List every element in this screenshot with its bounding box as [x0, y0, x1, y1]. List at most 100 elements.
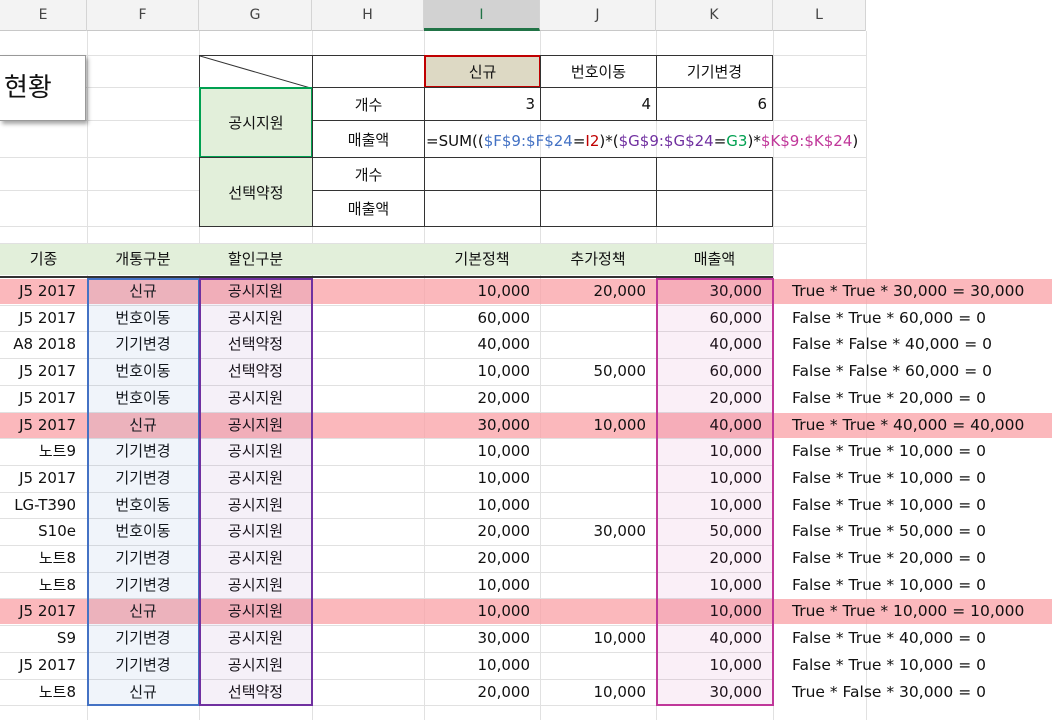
summary-label-count-1[interactable]: 개수 — [312, 87, 425, 121]
cell-extra-policy[interactable] — [540, 331, 646, 358]
cell-extra-policy[interactable]: 10,000 — [540, 412, 647, 439]
cell-sales[interactable]: 40,000 — [656, 625, 763, 652]
cell-model[interactable]: 노트8 — [0, 679, 76, 706]
cell-base-policy[interactable]: 10,000 — [424, 652, 531, 679]
summary-contract-count-port[interactable] — [540, 157, 657, 191]
summary-contract-count-new[interactable] — [424, 157, 541, 191]
summary-contract-sales-new[interactable] — [424, 190, 541, 227]
header-model[interactable]: 기종 — [0, 244, 87, 275]
summary-diagonal-corner[interactable] — [199, 55, 313, 88]
cell-model[interactable]: J5 2017 — [0, 598, 76, 625]
cell-model[interactable]: A8 2018 — [0, 331, 76, 358]
cell-discount-type[interactable]: 공시지원 — [199, 465, 312, 492]
cell-sales[interactable]: 60,000 — [656, 305, 763, 332]
column-header-g[interactable]: G — [199, 0, 312, 31]
cell-extra-policy[interactable] — [540, 305, 646, 332]
cell-sales[interactable]: 40,000 — [656, 412, 763, 439]
cell-extra-policy[interactable]: 30,000 — [540, 518, 647, 545]
cell-base-policy[interactable]: 20,000 — [424, 545, 531, 572]
header-discount-type[interactable]: 할인구분 — [199, 244, 312, 275]
cell-model[interactable]: J5 2017 — [0, 385, 76, 412]
cell-base-policy[interactable]: 30,000 — [424, 412, 531, 439]
header-open-type[interactable]: 개통구분 — [87, 244, 199, 275]
summary-group-subsidy[interactable]: 공시지원 — [199, 87, 313, 158]
cell-open-type[interactable]: 기기변경 — [87, 331, 199, 358]
summary-group-contract[interactable]: 선택약정 — [199, 157, 313, 227]
column-header-l[interactable]: L — [773, 0, 866, 31]
cell-base-policy[interactable]: 20,000 — [424, 518, 531, 545]
formula-edit-text[interactable]: =SUM(($F$9:$F$24=I2)*($G$9:$G$24=G3)*$K$… — [426, 126, 858, 156]
cell-model[interactable]: J5 2017 — [0, 358, 76, 385]
cell-extra-policy[interactable]: 10,000 — [540, 625, 647, 652]
cell-discount-type[interactable]: 공시지원 — [199, 598, 312, 625]
summary-header-new[interactable]: 신규 — [424, 55, 541, 88]
column-header-e[interactable]: E — [0, 0, 87, 31]
cell-open-type[interactable]: 기기변경 — [87, 572, 199, 599]
cell-model[interactable]: J5 2017 — [0, 465, 76, 492]
cell-discount-type[interactable]: 공시지원 — [199, 278, 312, 305]
summary-count-change[interactable]: 6 — [656, 87, 773, 121]
cell-extra-policy[interactable]: 20,000 — [540, 278, 647, 305]
cell-base-policy[interactable]: 20,000 — [424, 679, 531, 706]
cell-open-type[interactable]: 번호이동 — [87, 518, 199, 545]
cell-sales[interactable]: 30,000 — [656, 278, 763, 305]
cell-base-policy[interactable]: 10,000 — [424, 465, 531, 492]
cell-extra-policy[interactable]: 10,000 — [540, 679, 647, 706]
cell-discount-type[interactable]: 공시지원 — [199, 438, 312, 465]
cell-discount-type[interactable]: 공시지원 — [199, 492, 312, 519]
cell-base-policy[interactable]: 20,000 — [424, 385, 531, 412]
cell-extra-policy[interactable]: 50,000 — [540, 358, 647, 385]
cell-sales[interactable]: 60,000 — [656, 358, 763, 385]
cell-sales[interactable]: 50,000 — [656, 518, 763, 545]
cell-discount-type[interactable]: 공시지원 — [199, 652, 312, 679]
summary-contract-sales-change[interactable] — [656, 190, 773, 227]
column-header-j[interactable]: J — [540, 0, 656, 31]
column-header-f[interactable]: F — [87, 0, 199, 31]
cell-sales[interactable]: 40,000 — [656, 331, 763, 358]
cell-discount-type[interactable]: 선택약정 — [199, 331, 312, 358]
cell-open-type[interactable]: 번호이동 — [87, 358, 199, 385]
header-base-policy[interactable]: 기본정책 — [424, 244, 540, 275]
cell-discount-type[interactable]: 공시지원 — [199, 412, 312, 439]
header-extra-policy[interactable]: 추가정책 — [540, 244, 656, 275]
cell-model[interactable]: J5 2017 — [0, 278, 76, 305]
cell-base-policy[interactable]: 60,000 — [424, 305, 531, 332]
cell-extra-policy[interactable] — [540, 652, 646, 679]
cell-sales[interactable]: 10,000 — [656, 465, 763, 492]
cell-sales[interactable]: 10,000 — [656, 572, 763, 599]
cell-base-policy[interactable]: 40,000 — [424, 331, 531, 358]
cell-model[interactable]: 노트8 — [0, 545, 76, 572]
summary-count-port[interactable]: 4 — [540, 87, 657, 121]
cell-discount-type[interactable]: 공시지원 — [199, 625, 312, 652]
cell-model[interactable]: 노트9 — [0, 438, 76, 465]
cell-discount-type[interactable]: 공시지원 — [199, 572, 312, 599]
cell-extra-policy[interactable] — [540, 438, 646, 465]
cell-open-type[interactable]: 기기변경 — [87, 545, 199, 572]
report-title-box[interactable]: 현황 — [0, 55, 86, 121]
summary-label-count-2[interactable]: 개수 — [312, 157, 425, 191]
header-sales[interactable]: 매출액 — [656, 244, 773, 275]
summary-empty-header[interactable] — [312, 55, 425, 88]
cell-model[interactable]: S9 — [0, 625, 76, 652]
cell-discount-type[interactable]: 공시지원 — [199, 518, 312, 545]
cell-discount-type[interactable]: 선택약정 — [199, 679, 312, 706]
cell-extra-policy[interactable] — [540, 492, 646, 519]
summary-contract-sales-port[interactable] — [540, 190, 657, 227]
cell-extra-policy[interactable] — [540, 465, 646, 492]
cell-model[interactable]: J5 2017 — [0, 652, 76, 679]
summary-contract-count-change[interactable] — [656, 157, 773, 191]
summary-label-sales-2[interactable]: 매출액 — [312, 190, 425, 227]
cell-open-type[interactable]: 번호이동 — [87, 385, 199, 412]
cell-open-type[interactable]: 신규 — [87, 598, 199, 625]
summary-header-port[interactable]: 번호이동 — [540, 55, 657, 88]
summary-header-change[interactable]: 기기변경 — [656, 55, 773, 88]
cell-base-policy[interactable]: 30,000 — [424, 625, 531, 652]
cell-extra-policy[interactable] — [540, 572, 646, 599]
cell-open-type[interactable]: 번호이동 — [87, 492, 199, 519]
cell-open-type[interactable]: 기기변경 — [87, 438, 199, 465]
cell-base-policy[interactable]: 10,000 — [424, 278, 531, 305]
cell-sales[interactable]: 10,000 — [656, 598, 763, 625]
cell-sales[interactable]: 10,000 — [656, 438, 763, 465]
cell-model[interactable]: S10e — [0, 518, 76, 545]
column-header-i[interactable]: I — [424, 0, 540, 31]
